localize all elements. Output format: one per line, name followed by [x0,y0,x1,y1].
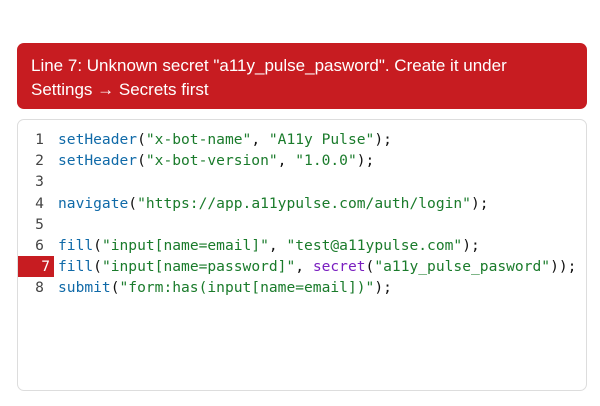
code-token-punc: ( [110,279,120,297]
code-token-str: "1.0.0" [295,152,357,170]
code-token-str: "https://app.a11ypulse.com/auth/login" [137,194,471,212]
code-token-kw: secret [312,258,366,276]
code-token-punc: ( [128,194,138,212]
line-number: 5 [35,215,44,233]
error-message-line-2: Settings → Secrets first [31,80,209,99]
code-token-punc: ); [462,236,480,254]
line-content: setHeader("x-bot-version", "1.0.0"); [58,150,374,171]
code-line: 7 fill("input[name=password]", secret("a1… [18,256,586,278]
code-line: 8 submit("form:has(input[name=email])"); [18,277,586,298]
page: Line 7: Unknown secret "a11y_pulse_paswo… [0,0,600,406]
error-line-number: 7 [18,256,54,278]
code-token-fn: fill [58,236,94,254]
line-number: 1 [35,131,44,148]
code-token-str: "input[name=email]" [101,236,269,254]
code-token-str: "x-bot-version" [145,152,278,170]
line-content: navigate("https://app.a11ypulse.com/auth… [58,193,489,214]
code-line: 5 [18,214,586,235]
line-content: fill("input[name=email]", "test@a11ypuls… [58,235,480,256]
code-token-punc: ( [137,131,146,148]
line-number: 6 [35,236,44,254]
code-token-str: "a11y_pulse_pasword" [374,258,551,276]
code-line: 6 fill("input[name=email]", "test@a11ypul… [18,235,586,256]
code-token-str: "input[name=password]" [101,258,296,276]
code-line: 1 setHeader("x-bot-name", "A11y Pulse"); [18,129,586,150]
line-content: fill("input[name=password]", secret("a11… [58,256,576,277]
code-token-punc: , [251,131,269,148]
line-number: 2 [35,152,44,170]
code-line: 4 navigate("https://app.a11ypulse.com/aut… [18,193,586,214]
code-token-fn: fill [58,258,94,276]
code-token-punc: ( [93,258,102,276]
code-token-str: "A11y Pulse" [268,131,375,148]
code-token-punc: ); [374,131,392,148]
code-token-fn: setHeader [58,152,138,170]
error-message-line-1: Line 7: Unknown secret "a11y_pulse_paswo… [31,56,507,75]
code-token-punc: ); [470,194,489,212]
code-token-punc: , [268,236,287,254]
error-banner: Line 7: Unknown secret "a11y_pulse_paswo… [17,43,587,109]
line-content: submit("form:has(input[name=email])"); [58,277,392,298]
code-editor[interactable]: 1 setHeader("x-bot-name", "A11y Pulse"); 2… [17,119,587,391]
code-token-fn: setHeader [58,131,138,148]
code-token-str: "test@a11ypulse.com" [286,236,463,254]
line-number: 8 [35,279,44,297]
code-token-punc: , [295,258,313,276]
code-token-str: "x-bot-name" [145,131,252,148]
code-lines: 1 setHeader("x-bot-name", "A11y Pulse"); 2… [18,129,586,299]
code-token-punc: ); [374,279,392,297]
code-token-str: "form:has(input[name=email])" [119,279,375,297]
code-token-punc: )); [550,258,577,276]
code-line: 2 setHeader("x-bot-version", "1.0.0"); [18,150,586,171]
code-token-fn: submit [58,279,111,297]
code-token-fn: navigate [58,194,129,212]
line-number: 4 [35,194,44,212]
line-number: 3 [35,173,44,191]
code-token-punc: ( [93,236,102,254]
code-token-punc: ); [356,152,375,170]
line-content: setHeader("x-bot-name", "A11y Pulse"); [58,129,392,150]
code-token-punc: ( [137,152,146,170]
code-token-punc: , [277,152,296,170]
code-line: 3 [18,171,586,192]
